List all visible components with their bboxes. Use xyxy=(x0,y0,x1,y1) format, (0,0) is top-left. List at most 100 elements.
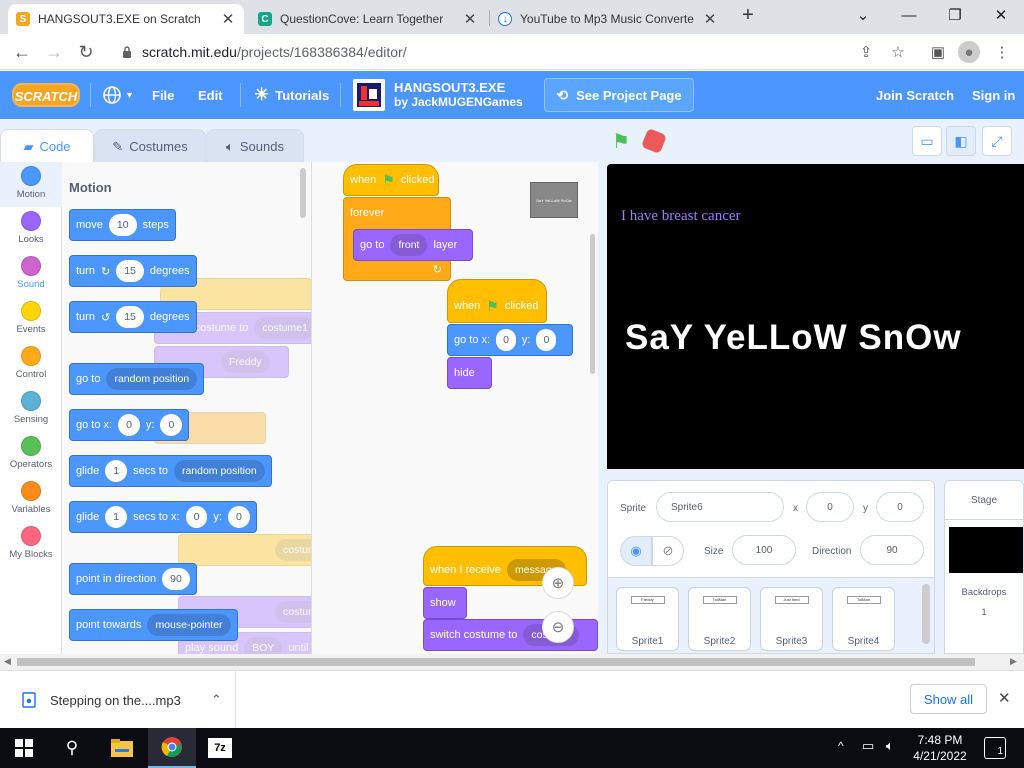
zoom-out-button[interactable]: ⊖ xyxy=(542,611,574,643)
chevron-down-icon[interactable]: ⌄ xyxy=(840,0,886,30)
point-towards-block[interactable]: point towards mouse-pointer xyxy=(69,609,238,641)
close-icon[interactable]: ✕ xyxy=(998,689,1011,707)
hide-block[interactable]: hide xyxy=(447,357,492,389)
scroll-right-icon[interactable]: ▶ xyxy=(1010,656,1017,667)
y-input[interactable]: 0 xyxy=(227,506,250,528)
back-arrow-icon[interactable]: ← xyxy=(8,38,36,66)
sprite-list-scrollbar[interactable] xyxy=(922,584,930,644)
palette-scrollbar[interactable] xyxy=(300,168,306,218)
scrollbar-thumb[interactable] xyxy=(17,658,975,666)
tab-costumes[interactable]: ✎ Costumes xyxy=(94,129,206,163)
show-sprite-button[interactable]: ◉ xyxy=(620,536,652,566)
edit-menu[interactable]: Edit xyxy=(198,71,223,119)
stop-button[interactable] xyxy=(640,127,668,155)
sprite-card[interactable]: Freddy Sprite1 xyxy=(616,587,679,651)
reload-icon[interactable]: ↻ xyxy=(72,38,100,66)
tab-code[interactable]: ▰ Code xyxy=(0,129,94,163)
join-scratch-link[interactable]: Join Scratch xyxy=(876,71,954,119)
download-item[interactable]: Stepping on the....mp3 ⌃ xyxy=(0,671,236,729)
glide-to-xy-block[interactable]: glide 1 secs to x: 0 y: 0 xyxy=(69,501,257,533)
file-explorer-icon[interactable] xyxy=(98,728,146,768)
category-my-blocks[interactable]: My Blocks xyxy=(0,522,62,567)
tab-youtube-mp3[interactable]: ↓ YouTube to Mp3 Music Converte ✕ xyxy=(490,4,726,34)
size-field[interactable]: 100 xyxy=(732,535,796,565)
normal-stage-button[interactable]: ◧ xyxy=(946,126,976,156)
see-project-page-button[interactable]: ⟲ See Project Page xyxy=(544,78,694,112)
close-icon[interactable]: ✕ xyxy=(702,10,718,28)
go-to-xy-block[interactable]: go to x: 0 y: 0 xyxy=(69,409,190,441)
close-icon[interactable]: ✕ xyxy=(220,10,236,28)
y-input[interactable]: 0 xyxy=(536,329,557,351)
window-close-button[interactable]: ✕ xyxy=(978,0,1024,30)
category-variables[interactable]: Variables xyxy=(0,477,62,522)
y-input[interactable]: 0 xyxy=(160,414,183,436)
show-hidden-icons-icon[interactable]: ^ xyxy=(838,739,844,753)
show-block[interactable]: show xyxy=(423,587,467,619)
when-flag-clicked-hat-2[interactable]: when ⚑ clicked xyxy=(447,279,547,323)
hide-sprite-button[interactable]: ⊘ xyxy=(652,536,684,566)
search-icon[interactable]: ⚲ xyxy=(48,728,96,768)
language-menu[interactable]: ▼ xyxy=(102,71,134,119)
forward-arrow-icon[interactable]: → xyxy=(40,38,68,66)
bookmark-star-icon[interactable]: ☆ xyxy=(888,42,908,62)
sprite-card[interactable]: ToiMan Sprite4 xyxy=(832,587,895,651)
new-tab-button[interactable]: + xyxy=(736,4,760,28)
turn-right-block[interactable]: turn ↻ 15 degrees xyxy=(69,255,197,287)
script-scrollbar[interactable] xyxy=(590,234,595,374)
file-menu[interactable]: File xyxy=(152,71,174,119)
restore-button[interactable]: ❐ xyxy=(932,0,978,30)
target-dropdown[interactable]: random position xyxy=(106,368,198,390)
share-icon[interactable]: ⇪ xyxy=(856,42,876,62)
fullscreen-button[interactable]: ⤢ xyxy=(982,126,1012,156)
system-clock[interactable]: 7:48 PM 4/21/2022 xyxy=(910,732,970,764)
category-motion[interactable]: Motion xyxy=(0,162,62,207)
x-input[interactable]: 0 xyxy=(118,414,140,436)
go-to-layer-block[interactable]: go to front layer xyxy=(353,229,473,261)
tab-questioncove[interactable]: C QuestionCove: Learn Together ✕ xyxy=(250,4,486,34)
chevron-up-icon[interactable]: ⌃ xyxy=(211,692,222,708)
when-flag-clicked-hat[interactable]: when ⚑ clicked xyxy=(343,164,439,196)
degrees-input[interactable]: 15 xyxy=(116,306,144,328)
notification-button[interactable]: 1 xyxy=(984,737,1006,759)
category-sensing[interactable]: Sensing xyxy=(0,387,62,432)
sprite-card[interactable]: ToilMan Sprite2 xyxy=(688,587,751,651)
point-in-direction-block[interactable]: point in direction 90 xyxy=(69,563,197,595)
scratch-logo[interactable]: SCRATCH xyxy=(12,83,80,107)
volume-icon[interactable]: 🔈︎ xyxy=(886,738,894,754)
target-dropdown[interactable]: random position xyxy=(173,460,265,482)
steps-input[interactable]: 10 xyxy=(108,214,137,236)
scroll-left-icon[interactable]: ◀ xyxy=(4,656,11,667)
go-to-block[interactable]: go to random position xyxy=(69,363,205,395)
stage-canvas[interactable]: I have breast cancer SaY YeLLoW SnOw xyxy=(607,164,1024,469)
close-icon[interactable]: ✕ xyxy=(462,10,478,28)
turn-left-block[interactable]: turn ↺ 15 degrees xyxy=(69,301,197,333)
stage-selector[interactable]: Stage Backdrops 1 xyxy=(944,480,1024,654)
category-operators[interactable]: Operators xyxy=(0,432,62,477)
tab-sounds[interactable]: 🔈︎ Sounds xyxy=(206,129,304,163)
profile-avatar-icon[interactable]: ● xyxy=(958,41,980,63)
x-input[interactable]: 0 xyxy=(185,506,208,528)
direction-field[interactable]: 90 xyxy=(860,535,924,565)
more-menu-icon[interactable]: ⋮ xyxy=(992,42,1012,62)
layer-dropdown[interactable]: front xyxy=(390,234,428,256)
chrome-icon[interactable] xyxy=(148,728,196,768)
start-button[interactable] xyxy=(0,728,48,768)
category-sound[interactable]: Sound xyxy=(0,252,62,297)
secs-input[interactable]: 1 xyxy=(105,506,128,528)
glide-to-block[interactable]: glide 1 secs to random position xyxy=(69,455,272,487)
green-flag-button[interactable]: ⚑ xyxy=(612,129,630,154)
minimize-button[interactable]: — xyxy=(886,0,932,30)
go-to-xy-script-block[interactable]: go to x: 0 y: 0 xyxy=(447,324,573,356)
small-stage-button[interactable]: ▭ xyxy=(912,126,942,156)
category-events[interactable]: Events xyxy=(0,297,62,342)
network-icon[interactable]: ▭ xyxy=(862,738,874,754)
secs-input[interactable]: 1 xyxy=(105,460,128,482)
direction-input[interactable]: 90 xyxy=(162,568,190,590)
towards-dropdown[interactable]: mouse-pointer xyxy=(147,614,231,636)
7zip-icon[interactable]: 7z xyxy=(196,728,244,768)
x-input[interactable]: 0 xyxy=(496,329,516,351)
url-bar[interactable]: scratch.mit.edu/projects/168386384/edito… xyxy=(108,39,918,65)
page-horizontal-scrollbar[interactable]: ◀ ▶ xyxy=(0,654,1024,670)
x-field[interactable]: 0 xyxy=(806,492,854,522)
tutorials-button[interactable]: ☀ Tutorials xyxy=(254,71,329,119)
